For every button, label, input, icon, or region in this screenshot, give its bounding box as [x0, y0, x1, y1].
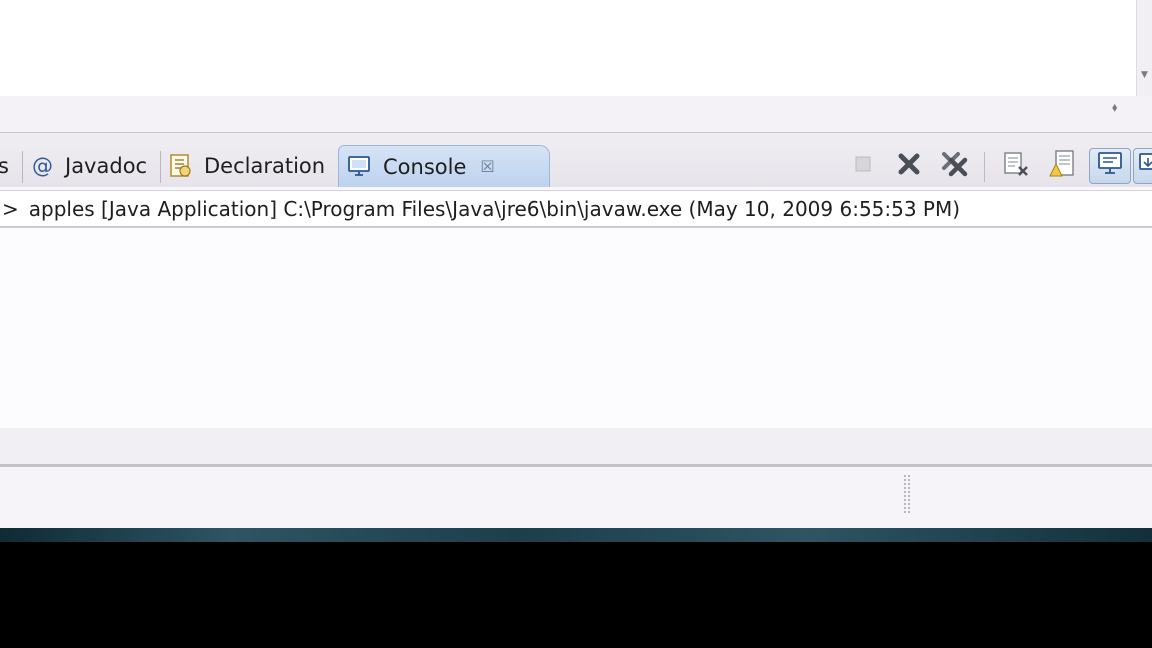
tab-declaration[interactable]: Declaration — [168, 145, 325, 187]
tab-problems-partial[interactable]: s — [0, 145, 14, 187]
tab-console[interactable]: Console ☒ — [338, 145, 550, 187]
clear-console-button[interactable] — [1000, 150, 1032, 182]
scroll-lock-button[interactable] — [1046, 150, 1078, 182]
tab-declaration-label: Declaration — [204, 154, 326, 178]
tab-javadoc[interactable]: @ Javadoc — [32, 145, 147, 187]
terminate-button[interactable] — [847, 150, 879, 182]
console-scroll-area — [0, 428, 1152, 464]
tab-partial-label: s — [0, 154, 9, 178]
clear-console-icon — [1002, 150, 1030, 182]
panel-sash[interactable] — [0, 132, 1152, 145]
at-icon: @ — [32, 154, 53, 178]
editor-vertical-scrollbar[interactable]: ▼ — [1136, 0, 1152, 96]
pin-console-button[interactable] — [1089, 148, 1131, 184]
remove-launch-button[interactable] — [893, 150, 925, 182]
remove-launch-icon — [896, 151, 922, 181]
console-launch-header: > apples [Java Application] C:\Program F… — [0, 190, 1152, 228]
tab-divider — [160, 151, 161, 183]
display-selected-console-icon — [1137, 151, 1152, 181]
tab-divider — [22, 151, 23, 183]
declaration-icon — [168, 153, 194, 179]
remove-all-terminated-button[interactable] — [939, 150, 971, 182]
toolbar-divider — [984, 152, 985, 182]
eclipse-window: ▼ ⬧ s @ Javadoc Declaration Console ☒ > … — [0, 0, 1152, 530]
tab-javadoc-label: Javadoc — [65, 154, 148, 178]
scroll-down-arrow-icon[interactable]: ▼ — [1141, 70, 1148, 80]
console-output[interactable] — [0, 228, 1152, 428]
display-selected-console-button[interactable] — [1133, 148, 1152, 184]
scroll-lock-icon — [1047, 149, 1077, 183]
taskbar-edge — [0, 528, 1152, 542]
close-icon[interactable]: ☒ — [480, 157, 494, 176]
tab-console-label: Console — [383, 154, 467, 179]
editor-horizontal-scroll-area: ⬧ — [0, 96, 1152, 132]
status-bar — [0, 464, 1152, 530]
terminate-icon — [852, 153, 874, 179]
remove-all-terminated-icon — [940, 150, 970, 182]
console-icon — [347, 155, 373, 179]
console-prefix: > — [2, 196, 19, 221]
editor-area[interactable] — [0, 0, 1136, 96]
scroll-marker-icon: ⬧ — [1112, 100, 1118, 114]
status-bar-grip-icon[interactable] — [903, 474, 911, 514]
pin-console-icon — [1095, 150, 1125, 182]
console-launch-description: apples [Java Application] C:\Program Fil… — [28, 196, 961, 221]
view-tab-bar: s @ Javadoc Declaration Console ☒ — [0, 145, 1152, 187]
